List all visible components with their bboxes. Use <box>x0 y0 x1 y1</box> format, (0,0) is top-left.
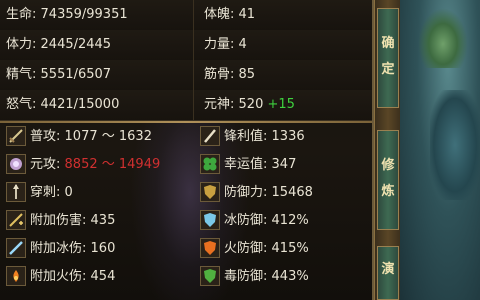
section-divider <box>0 121 372 123</box>
stat-extra-fire-damage: 附加火伤: 454 <box>6 264 115 290</box>
stat-hp: 生命: 74359/99351 <box>6 7 128 22</box>
cultivate-button[interactable]: 修炼 <box>377 130 399 230</box>
ice-sword-icon <box>6 237 26 258</box>
spirit-bonus: +15 <box>267 97 295 112</box>
stat-extra-ice-damage: 附加冰伤: 160 <box>6 236 115 262</box>
stat-rage: 怒气: 4421/15000 <box>6 97 120 112</box>
fire-shield-icon <box>200 237 220 258</box>
stat-pierce: 穿刺: 0 <box>6 180 73 206</box>
confirm-button[interactable]: 确定 <box>377 8 399 108</box>
stat-row: 体力: 2445/2445 力量: 4 <box>0 30 372 61</box>
blade-icon <box>200 125 220 146</box>
practice-button[interactable]: 演 <box>377 246 399 300</box>
stat-row: 怒气: 4421/15000 元神: 520 +15 <box>0 90 372 121</box>
sword-plus-icon <box>6 209 26 230</box>
character-stats-panel: 生命: 74359/99351 体魄: 41 体力: 2445/2445 力量:… <box>0 0 374 300</box>
shield-icon <box>200 181 220 202</box>
poison-shield-icon <box>200 265 220 286</box>
stat-extra-damage: 附加伤害: 435 <box>6 208 115 234</box>
game-world-view <box>400 0 480 300</box>
stat-row: 精气: 5551/6507 筋骨: 85 <box>0 60 372 91</box>
stat-row: 生命: 74359/99351 体魄: 41 <box>0 0 372 31</box>
ice-shield-icon <box>200 209 220 230</box>
sword-icon <box>6 125 26 146</box>
water-reflection <box>430 90 480 200</box>
column-divider <box>193 0 194 122</box>
spear-icon <box>6 181 26 202</box>
stat-spirit: 元神: 520 +15 <box>204 97 295 112</box>
stat-magic-attack: 元攻: 8852 ～ 14949 <box>6 152 160 178</box>
magic-orb-icon <box>6 153 26 174</box>
stat-essence: 精气: 5551/6507 <box>6 67 112 82</box>
stat-fire-defense: 火防御: 415% <box>200 236 309 262</box>
stat-defense: 防御力: 15468 <box>200 180 313 206</box>
stat-sharpness: 锋利值: 1336 <box>200 124 305 150</box>
clover-icon <box>200 153 220 174</box>
stat-stamina: 体力: 2445/2445 <box>6 37 112 52</box>
fire-sword-icon <box>6 265 26 286</box>
foliage <box>418 8 468 68</box>
stat-physique: 体魄: 41 <box>204 7 256 22</box>
stat-luck: 幸运值: 347 <box>200 152 296 178</box>
stat-normal-attack: 普攻: 1077 ～ 1632 <box>6 124 152 150</box>
stat-strength: 力量: 4 <box>204 37 247 52</box>
stat-ice-defense: 冰防御: 412% <box>200 208 309 234</box>
stat-poison-defense: 毒防御: 443% <box>200 264 309 290</box>
stat-constitution: 筋骨: 85 <box>204 67 256 82</box>
side-button-column: 确定 修炼 演 <box>374 0 402 300</box>
